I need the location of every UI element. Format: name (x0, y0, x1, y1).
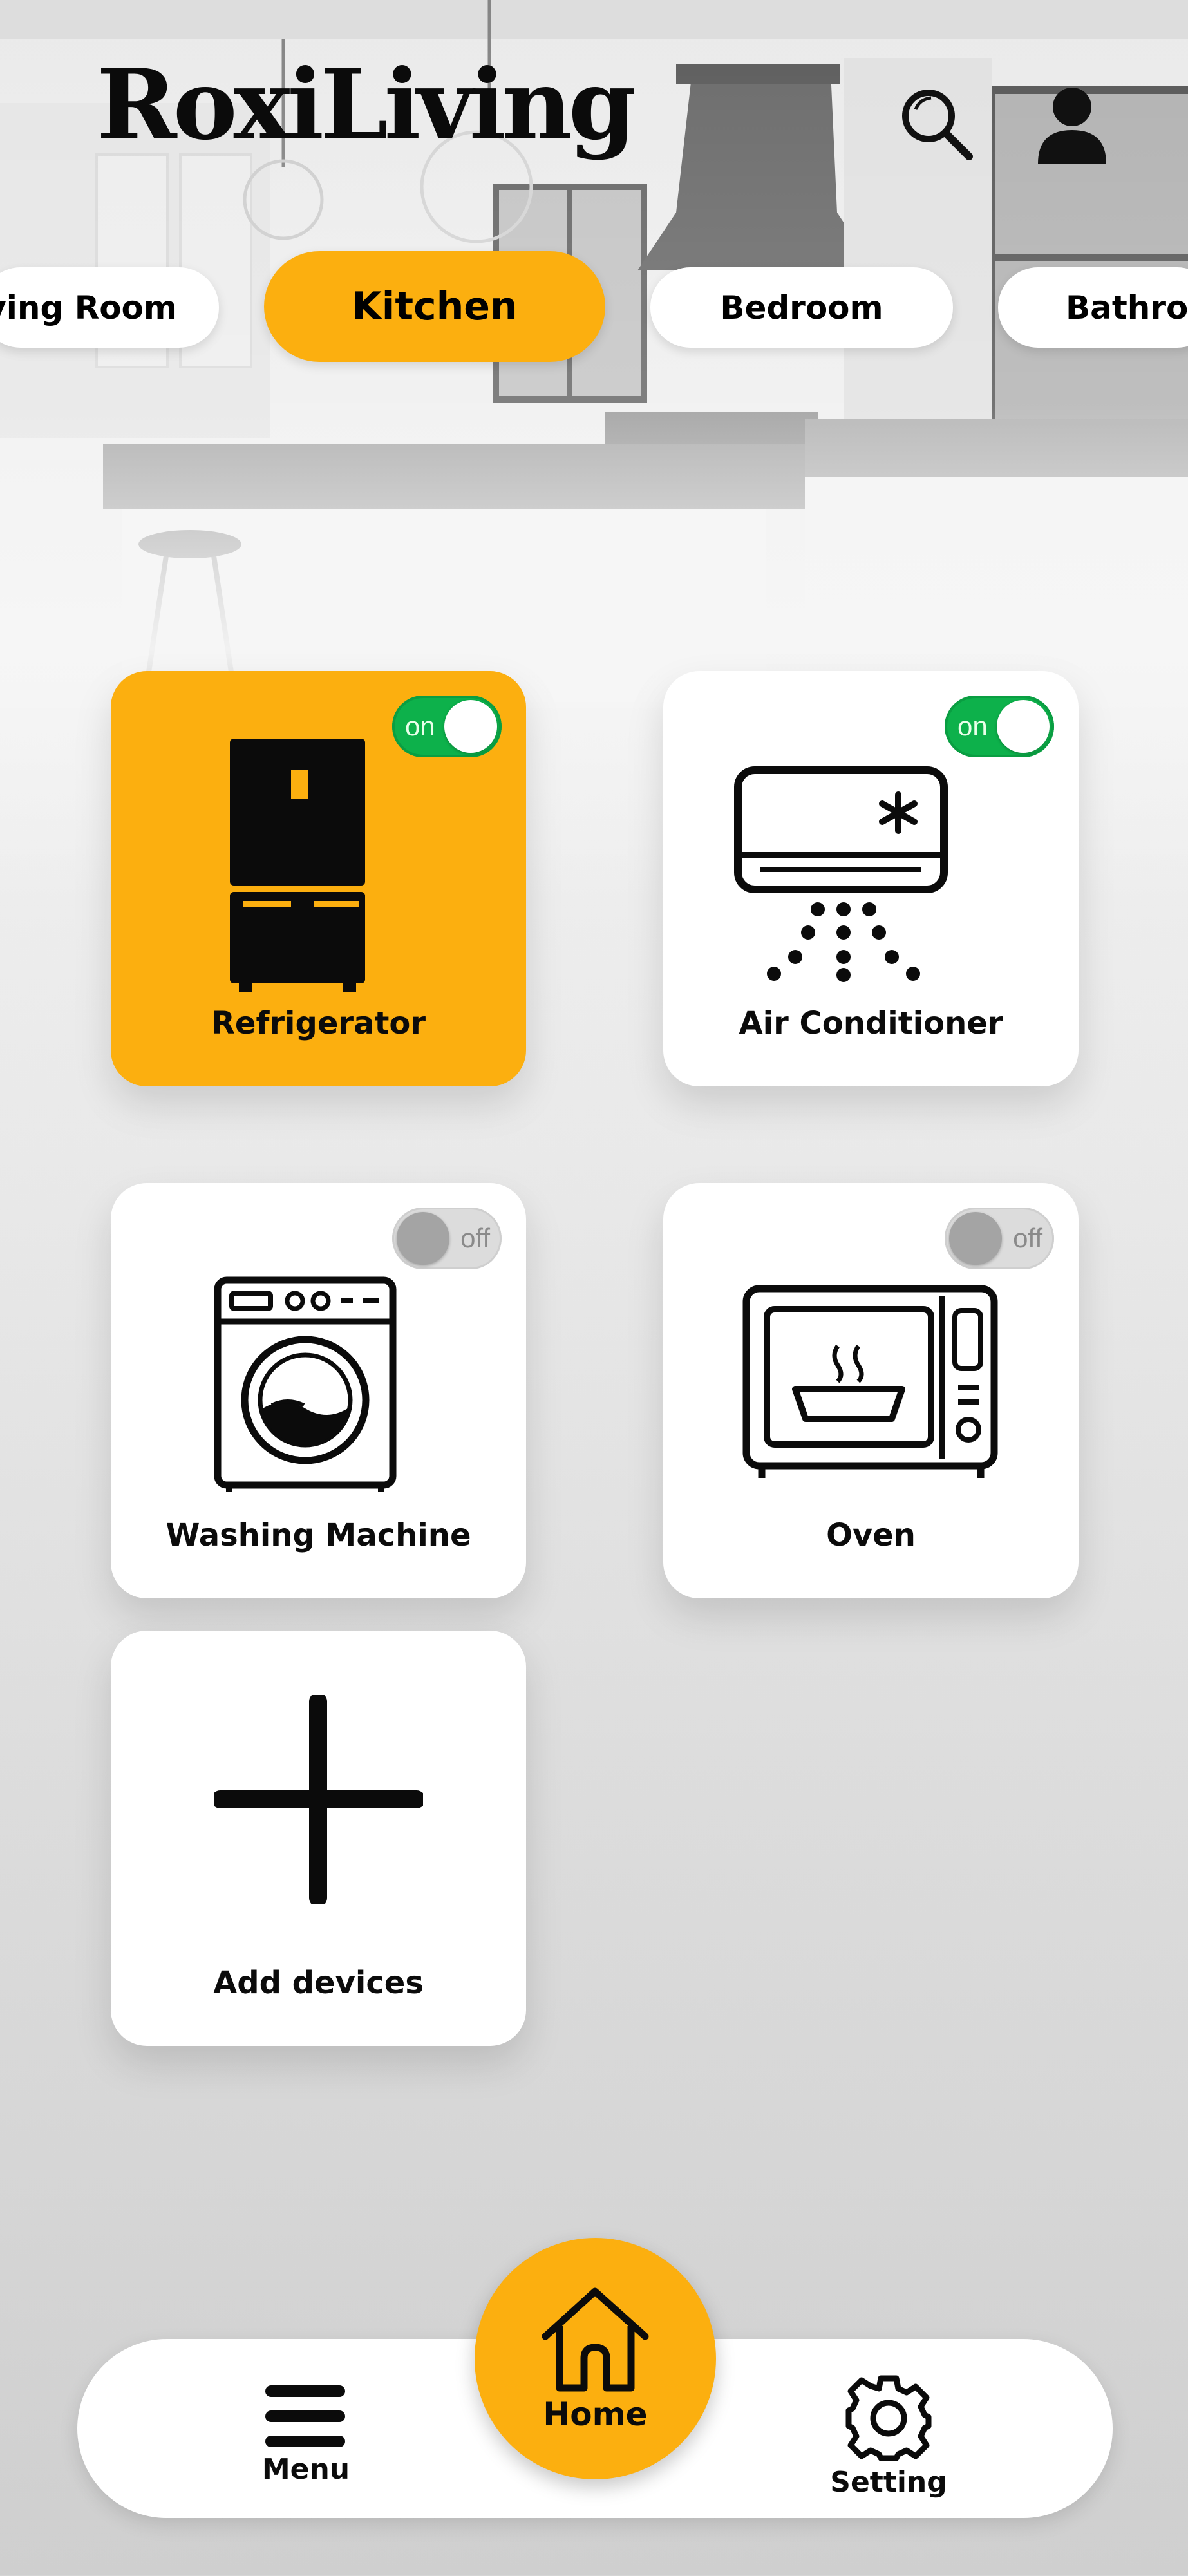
toggle-knob (397, 1212, 449, 1265)
brand-logo: RoxiLiving (97, 48, 636, 162)
toggle-knob (444, 700, 497, 753)
air-conditioner-toggle[interactable]: on (945, 696, 1054, 757)
oven-icon (742, 1285, 1000, 1487)
device-label: Air Conditioner (739, 1005, 1003, 1041)
toggle-state-label: on (405, 711, 435, 741)
user-icon[interactable] (1030, 82, 1114, 166)
nav-setting-label: Setting (830, 2466, 947, 2499)
nav-menu-button[interactable]: Menu (225, 2383, 386, 2486)
add-device-label: Add devices (213, 1965, 424, 2001)
oven-toggle[interactable]: off (945, 1208, 1054, 1269)
refrigerator-toggle[interactable]: on (392, 696, 502, 757)
toggle-knob (949, 1212, 1002, 1265)
tab-bathroom[interactable]: Bathroo (998, 267, 1188, 348)
device-label: Oven (826, 1517, 916, 1553)
device-card-air-conditioner[interactable]: on Air Conditioner (663, 671, 1079, 1086)
nav-home-button[interactable]: Home (475, 2238, 716, 2479)
device-card-washing-machine[interactable]: off Washing Machine (111, 1183, 526, 1598)
nav-home-label: Home (543, 2396, 648, 2433)
air-conditioner-icon (734, 766, 953, 988)
add-device-card[interactable]: Add devices (111, 1631, 526, 2046)
washing-machine-toggle[interactable]: off (392, 1208, 502, 1269)
refrigerator-icon (230, 739, 368, 999)
device-label: Washing Machine (165, 1517, 471, 1553)
tab-bedroom[interactable]: Bedroom (650, 267, 953, 348)
hamburger-menu-icon (265, 2385, 345, 2447)
device-card-refrigerator[interactable]: on Refrigerator (111, 671, 526, 1086)
search-icon[interactable] (895, 82, 979, 166)
gear-icon (845, 2375, 932, 2461)
device-card-oven[interactable]: off Oven (663, 1183, 1079, 1598)
toggle-knob (997, 700, 1050, 753)
home-icon (542, 2287, 649, 2392)
washing-machine-icon (214, 1276, 397, 1498)
nav-setting-button[interactable]: Setting (808, 2373, 969, 2499)
toggle-state-label: off (460, 1223, 490, 1253)
toggle-state-label: off (1013, 1223, 1042, 1253)
plus-icon (211, 1692, 426, 1907)
nav-menu-label: Menu (261, 2453, 350, 2486)
toggle-state-label: on (957, 711, 988, 741)
device-label: Refrigerator (211, 1005, 426, 1041)
tab-kitchen[interactable]: Kitchen (264, 251, 605, 362)
tab-living-room[interactable]: ving Room (0, 267, 219, 348)
